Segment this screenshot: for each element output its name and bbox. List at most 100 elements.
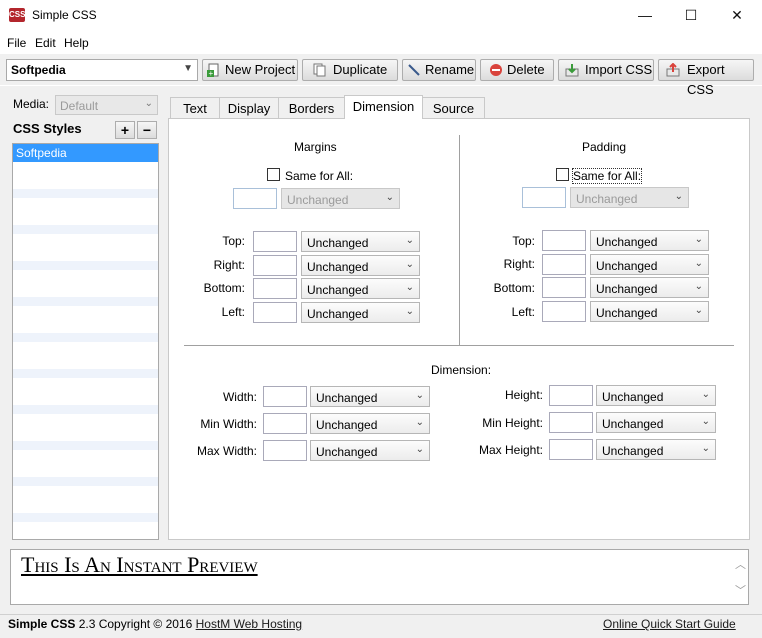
window-title: Simple CSS [32, 8, 97, 22]
maximize-button[interactable]: ☐ [668, 0, 714, 31]
chevron-down-icon: ⌄ [144, 98, 153, 109]
margin-top-select[interactable]: Unchanged ⌄ [301, 231, 420, 252]
menu-file[interactable]: File [7, 36, 26, 50]
max-height-input[interactable] [549, 439, 593, 460]
media-value: Default [60, 99, 99, 113]
pencil-icon [408, 64, 420, 76]
status-version: 2.3 Copyright © 2016 [78, 617, 193, 631]
min-width-select[interactable]: Unchanged ⌄ [310, 413, 430, 434]
app-icon: CSS [9, 8, 25, 22]
padding-title: Padding [582, 140, 627, 154]
min-width-label: Min Width: [200, 417, 257, 431]
import-css-label: Import CSS [585, 62, 653, 77]
margin-bottom-value: Unchanged [307, 283, 369, 297]
chevron-down-icon: ⌄ [674, 191, 683, 202]
export-css-button[interactable]: Export CSS [658, 59, 754, 97]
import-css-button[interactable]: Import CSS [558, 59, 654, 81]
tab-source[interactable]: Source [422, 97, 485, 118]
padding-right-label: Right: [503, 257, 535, 271]
delete-button[interactable]: Delete [480, 59, 554, 81]
project-select[interactable]: Softpedia ▼ [6, 59, 198, 81]
chevron-down-icon: ⌄ [701, 416, 710, 427]
margin-bottom-label: Bottom: [203, 281, 245, 295]
status-app-name: Simple CSS [8, 617, 76, 631]
add-style-button[interactable]: + [115, 121, 135, 139]
menu-help[interactable]: Help [64, 36, 89, 50]
margin-top-value: Unchanged [307, 236, 369, 250]
padding-right-select[interactable]: Unchanged ⌄ [590, 254, 709, 275]
menu-edit[interactable]: Edit [35, 36, 56, 50]
margins-same-checkbox[interactable] [267, 168, 280, 181]
hostm-link[interactable]: HostM Web Hosting [196, 617, 302, 631]
chevron-down-icon: ⌄ [405, 259, 414, 270]
padding-same-checkbox[interactable] [556, 168, 569, 181]
padding-top-input[interactable] [542, 230, 586, 251]
list-item[interactable]: Softpedia [13, 144, 158, 162]
minimize-button[interactable]: — [622, 0, 668, 31]
margin-left-select[interactable]: Unchanged ⌄ [301, 302, 420, 323]
chevron-down-icon: ⌄ [405, 282, 414, 293]
min-height-label: Min Height: [482, 416, 543, 430]
scroll-up-icon[interactable]: ︿ [735, 556, 746, 572]
padding-bottom-input[interactable] [542, 277, 586, 298]
tab-display[interactable]: Display [219, 97, 279, 118]
padding-right-value: Unchanged [596, 259, 658, 273]
height-select[interactable]: Unchanged ⌄ [596, 385, 716, 406]
quick-start-guide-link[interactable]: Online Quick Start Guide [603, 617, 736, 631]
status-copyright: Simple CSS 2.3 Copyright © 2016 HostM We… [8, 617, 302, 631]
scroll-down-icon[interactable]: ﹀ [735, 582, 746, 598]
margin-right-label: Right: [213, 258, 245, 272]
margins-all-input[interactable] [233, 188, 277, 209]
margin-left-input[interactable] [253, 302, 297, 323]
rename-label: Rename [425, 62, 475, 77]
max-height-value: Unchanged [602, 444, 664, 458]
remove-style-button[interactable]: − [137, 121, 157, 139]
min-height-input[interactable] [549, 412, 593, 433]
min-height-value: Unchanged [602, 417, 664, 431]
menu-bar [0, 31, 762, 54]
padding-bottom-select[interactable]: Unchanged ⌄ [590, 277, 709, 298]
max-width-input[interactable] [263, 440, 307, 461]
chevron-down-icon: ⌄ [694, 281, 703, 292]
max-height-label: Max Height: [478, 443, 543, 457]
min-width-input[interactable] [263, 413, 307, 434]
margin-bottom-select[interactable]: Unchanged ⌄ [301, 278, 420, 299]
width-label: Width: [222, 390, 257, 404]
chevron-down-icon: ⌄ [385, 192, 394, 203]
padding-all-select[interactable]: Unchanged ⌄ [570, 187, 689, 208]
tab-borders[interactable]: Borders [278, 97, 345, 118]
margin-top-input[interactable] [253, 231, 297, 252]
dimension-title: Dimension: [431, 363, 492, 377]
tab-dimension[interactable]: Dimension [344, 95, 423, 119]
padding-left-input[interactable] [542, 301, 586, 322]
max-height-select[interactable]: Unchanged ⌄ [596, 439, 716, 460]
margin-bottom-input[interactable] [253, 278, 297, 299]
duplicate-icon [313, 63, 326, 77]
media-select[interactable]: Default ⌄ [55, 95, 158, 115]
chevron-down-icon: ⌄ [405, 235, 414, 246]
max-width-select[interactable]: Unchanged ⌄ [310, 440, 430, 461]
margin-right-input[interactable] [253, 255, 297, 276]
width-input[interactable] [263, 386, 307, 407]
padding-top-select[interactable]: Unchanged ⌄ [590, 230, 709, 251]
chevron-down-icon: ⌄ [694, 258, 703, 269]
style-list[interactable]: Softpedia [12, 143, 159, 540]
height-input[interactable] [549, 385, 593, 406]
padding-right-input[interactable] [542, 254, 586, 275]
margins-all-select[interactable]: Unchanged ⌄ [281, 188, 400, 209]
padding-left-select[interactable]: Unchanged ⌄ [590, 301, 709, 322]
duplicate-button[interactable]: Duplicate [302, 59, 398, 81]
close-button[interactable]: ✕ [714, 0, 760, 31]
rename-button[interactable]: Rename [402, 59, 476, 81]
tab-text[interactable]: Text [170, 97, 220, 118]
margin-right-select[interactable]: Unchanged ⌄ [301, 255, 420, 276]
export-css-label: Export CSS [687, 62, 725, 97]
min-height-select[interactable]: Unchanged ⌄ [596, 412, 716, 433]
padding-all-input[interactable] [522, 187, 566, 208]
section-divider-vertical [459, 135, 460, 345]
media-label: Media: [13, 97, 50, 111]
width-select[interactable]: Unchanged ⌄ [310, 386, 430, 407]
margins-same-label: Same for All: [285, 169, 354, 183]
new-project-button[interactable]: + New Project [202, 59, 298, 81]
duplicate-label: Duplicate [333, 62, 388, 77]
